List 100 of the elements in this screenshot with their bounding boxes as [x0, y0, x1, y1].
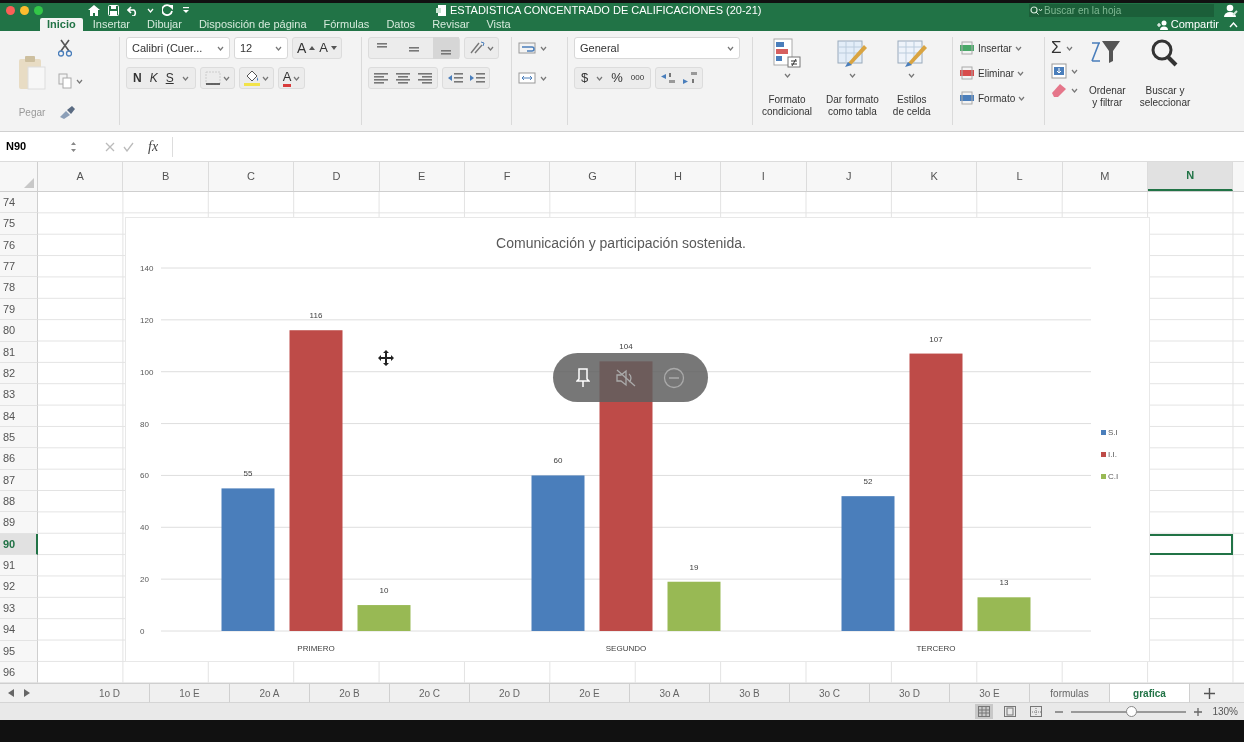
row-header[interactable]: 84	[0, 405, 38, 427]
row-header[interactable]: 87	[0, 469, 38, 492]
caret-icon[interactable]	[487, 45, 494, 51]
italic-button[interactable]: K	[149, 67, 158, 89]
insert-function-button[interactable]: fx	[142, 136, 165, 157]
delete-cells-button[interactable]: Eliminar	[959, 62, 1038, 84]
increase-indent-icon[interactable]	[469, 71, 485, 85]
caret-icon[interactable]	[1017, 70, 1025, 76]
row-header[interactable]: 92	[0, 576, 38, 598]
caret-icon[interactable]	[908, 73, 916, 78]
row-header[interactable]: 81	[0, 341, 38, 363]
caret-icon[interactable]	[1065, 45, 1073, 51]
row-header[interactable]: 75	[0, 213, 38, 235]
caret-icon[interactable]	[222, 75, 230, 81]
zoom-level[interactable]: 130%	[1212, 704, 1238, 719]
row-header[interactable]: 77	[0, 256, 38, 278]
column-header[interactable]: D	[294, 162, 380, 191]
confirm-icon[interactable]	[123, 141, 134, 152]
bold-button[interactable]: N	[133, 67, 142, 89]
column-header[interactable]: E	[379, 162, 465, 191]
window-minimize-button[interactable]	[20, 5, 29, 15]
decrease-indent-icon[interactable]	[447, 71, 463, 85]
ribbon-tab[interactable]: Inicio	[40, 18, 83, 31]
insert-cells-button[interactable]: Insertar	[959, 37, 1038, 59]
spinner-icon[interactable]	[70, 140, 77, 153]
font-name-dropdown[interactable]: Calibri (Cuer...	[126, 37, 230, 59]
caret-icon[interactable]	[540, 45, 547, 51]
ribbon-tab[interactable]: Dibujar	[140, 18, 189, 31]
row-header[interactable]: 76	[0, 234, 38, 257]
ribbon-tab[interactable]: Insertar	[85, 18, 138, 31]
column-header[interactable]: F	[464, 162, 551, 191]
align-right-icon[interactable]	[417, 71, 433, 85]
view-button[interactable]	[975, 704, 994, 719]
row-header[interactable]: 91	[0, 555, 38, 577]
next-sheet-icon[interactable]	[23, 689, 30, 697]
caret-icon[interactable]	[848, 73, 856, 78]
currency-button[interactable]: $	[581, 67, 589, 89]
ribbon-tab[interactable]: Disposición de página	[191, 18, 314, 31]
conditional-format-button[interactable]: Formato condicional	[759, 37, 816, 119]
mute-icon[interactable]	[615, 367, 638, 388]
increase-decimal-icon[interactable]	[660, 71, 677, 85]
name-box[interactable]: N90	[6, 138, 62, 155]
align-center-icon[interactable]	[395, 71, 411, 85]
share-button[interactable]: Compartir	[1152, 18, 1223, 31]
column-header[interactable]: H	[635, 162, 722, 191]
cell-styles-button[interactable]: Estilos de celda	[889, 37, 934, 119]
collapse-icon[interactable]	[1229, 21, 1238, 28]
row-header[interactable]: 90	[0, 533, 38, 556]
number-format-dropdown[interactable]: General	[574, 37, 740, 59]
caret-icon[interactable]	[76, 78, 83, 84]
decrease-decimal-icon[interactable]	[682, 71, 699, 85]
search-field[interactable]: Buscar en la hoja	[1044, 3, 1214, 17]
borders-icon[interactable]	[204, 71, 221, 85]
increase-font-size-button[interactable]: A	[297, 37, 316, 59]
eraser-icon[interactable]	[1051, 83, 1067, 97]
format-cells-button[interactable]: Formato	[959, 87, 1038, 109]
row-header[interactable]: 85	[0, 426, 38, 449]
wrap-text-icon[interactable]	[518, 41, 536, 55]
column-header[interactable]: J	[806, 162, 892, 191]
column-header[interactable]: I	[721, 162, 807, 191]
ribbon-tab[interactable]: Revisar	[425, 18, 477, 31]
row-header[interactable]: 83	[0, 384, 38, 406]
caret-icon[interactable]	[293, 75, 301, 81]
column-header[interactable]: G	[550, 162, 636, 191]
row-header[interactable]: 82	[0, 362, 38, 385]
thousands-separator-button[interactable]: 000	[630, 67, 645, 89]
row-header[interactable]: 96	[0, 661, 38, 683]
caret-icon[interactable]	[217, 45, 224, 51]
caret-icon[interactable]	[181, 75, 189, 81]
column-header[interactable]: A	[38, 162, 124, 191]
row-header[interactable]: 94	[0, 619, 38, 641]
cut-icon[interactable]	[58, 39, 72, 57]
align-left-icon[interactable]	[373, 71, 389, 85]
zoom-in-icon[interactable]	[1194, 707, 1203, 716]
user-icon[interactable]	[1224, 3, 1238, 17]
column-header[interactable]: L	[977, 162, 1063, 191]
previous-sheet-icon[interactable]	[8, 689, 15, 697]
fill-down-icon[interactable]	[1051, 63, 1067, 79]
undo-icon[interactable]	[127, 4, 139, 16]
column-header[interactable]: N	[1148, 162, 1234, 191]
window-zoom-button[interactable]	[34, 5, 43, 15]
decrease-font-size-button[interactable]: A	[319, 37, 337, 59]
save-icon[interactable]	[108, 4, 119, 16]
caret-icon[interactable]	[727, 45, 734, 51]
zoom-slider-thumb[interactable]	[1126, 705, 1138, 717]
window-close-button[interactable]	[6, 5, 15, 15]
ribbon-tab[interactable]: Vista	[479, 18, 518, 31]
row-header[interactable]: 74	[0, 192, 38, 214]
caret-icon[interactable]	[1014, 45, 1022, 51]
find-select-button[interactable]: Buscar y seleccionar	[1136, 37, 1194, 119]
format-painter-icon[interactable]	[58, 105, 76, 119]
row-header[interactable]: 78	[0, 277, 38, 299]
format-as-table-button[interactable]: Dar formato como tabla	[823, 37, 882, 119]
pin-icon[interactable]	[575, 367, 590, 388]
fill-color-icon[interactable]	[243, 70, 260, 86]
row-header[interactable]: 79	[0, 298, 38, 321]
caret-icon[interactable]	[540, 75, 547, 81]
redo-icon[interactable]	[162, 4, 174, 16]
column-header[interactable]: B	[123, 162, 209, 191]
row-header[interactable]: 88	[0, 491, 38, 513]
